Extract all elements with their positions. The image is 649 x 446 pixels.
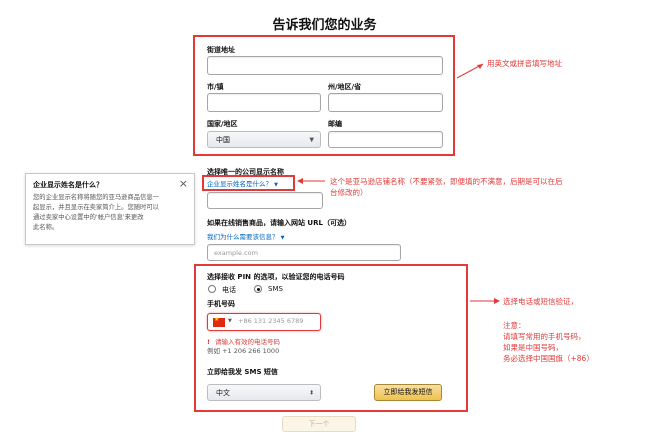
radio-sms[interactable] (254, 285, 262, 293)
phone-label: 手机号码 (207, 300, 235, 308)
phone-example: 例如 +1 206 266 1000 (207, 347, 280, 355)
chevron-down-icon: ▼ (309, 136, 314, 143)
tooltip-body-line: 通过卖家中心设置中的'帐户信息'来更改 (33, 214, 144, 221)
next-button-label: 下一个 (308, 420, 330, 428)
radio-phone[interactable] (208, 285, 216, 293)
store-name-note: 这个是亚马逊店铺名称（不要紧张，即便填的不满意，后期是可以在后 台修改的） (330, 176, 630, 198)
address-note: 用英文或拼音填写地址 (487, 59, 562, 68)
china-flag-icon[interactable] (213, 316, 225, 327)
arrow-icon (297, 178, 325, 184)
tooltip-body-line: 此名称。 (33, 224, 59, 231)
store-name-tooltip: 企业显示姓名是什么？ × 您的企业显示名称将随您的亚马逊商品信息一 起显示，并且… (25, 173, 195, 245)
verify-note-line: 如果是中国号码， (503, 343, 563, 352)
zip-label: 邮编 (328, 120, 342, 128)
phone-input[interactable]: ▼ +86 131 2345 6789 (207, 313, 321, 331)
country-select[interactable]: 中国 ▼ (207, 131, 321, 148)
tooltip-title: 企业显示姓名是什么？ (33, 181, 103, 189)
state-input[interactable] (328, 93, 443, 112)
chevron-down-icon: ▼ (280, 235, 285, 241)
chevron-updown-icon: ⬍ (308, 389, 314, 396)
send-sms-button-label: 立即给我发短信 (383, 388, 433, 396)
website-placeholder: example.com (214, 248, 258, 257)
verify-note: 选择电话或短信验证， 注意： 请填写常用的手机号码， 如果是中国号码， 务必选择… (503, 296, 649, 364)
phone-placeholder: +86 131 2345 6789 (238, 317, 304, 325)
pin-method-label: 选择接收 PIN 的选项，以验证您的电话号码 (207, 273, 345, 281)
page-title: 告诉我们您的业务 (272, 18, 377, 33)
store-name-note-line: 台修改的） (330, 188, 368, 197)
language-select[interactable]: 中文 ⬍ (207, 384, 321, 401)
arrow-icon (470, 298, 500, 304)
tooltip-body: 您的企业显示名称将随您的亚马逊商品信息一 起显示，并且显示在卖家简介上。您随时可… (33, 193, 191, 233)
city-input[interactable] (207, 93, 321, 112)
sms-label: 立即给我发 SMS 短信 (207, 368, 278, 376)
chevron-down-icon: ▼ (274, 182, 278, 188)
tooltip-body-line: 您的企业显示名称将随您的亚马逊商品信息一 (33, 194, 159, 201)
chevron-down-icon[interactable]: ▼ (228, 318, 232, 324)
street-input[interactable] (207, 56, 443, 75)
website-label: 如果在线销售商品，请输入网站 URL（可选） (207, 219, 351, 227)
verify-note-line: 选择电话或短信验证， (503, 297, 578, 306)
send-sms-button[interactable]: 立即给我发短信 (374, 384, 442, 401)
country-label: 国家/地区 (207, 120, 238, 128)
tooltip-body-line: 起显示，并且显示在卖家简介上。您随时可以 (33, 204, 159, 211)
next-button[interactable]: 下一个 (282, 416, 356, 432)
website-input[interactable]: example.com (207, 244, 401, 261)
radio-sms-label: SMS (268, 285, 283, 293)
country-value: 中国 (216, 135, 230, 144)
website-help-text: 我们为什么需要该信息？ (207, 233, 279, 241)
store-name-help-text: 企业显示姓名是什么？ (207, 180, 272, 188)
store-name-help-link[interactable]: 企业显示姓名是什么？ ▼ (207, 178, 278, 188)
arrow-icon (456, 63, 484, 79)
city-label: 市/镇 (207, 83, 224, 91)
state-label: 州/地区/省 (328, 83, 362, 91)
radio-phone-label: 电话 (222, 286, 236, 294)
verify-note-line: 务必选择中国国旗（+86） (503, 354, 594, 363)
verify-note-line: 注意： (503, 321, 526, 330)
street-label: 街道地址 (207, 46, 235, 54)
website-help-link[interactable]: 我们为什么需要该信息？ ▼ (207, 231, 284, 241)
zip-input[interactable] (328, 131, 443, 148)
verify-note-line: 请填写常用的手机号码， (503, 332, 586, 341)
close-icon[interactable]: × (179, 177, 188, 190)
store-name-input[interactable] (207, 192, 323, 209)
store-name-note-line: 这个是亚马逊店铺名称（不要紧张，即便填的不满意，后期是可以在后 (330, 177, 563, 186)
language-value: 中文 (216, 388, 230, 397)
